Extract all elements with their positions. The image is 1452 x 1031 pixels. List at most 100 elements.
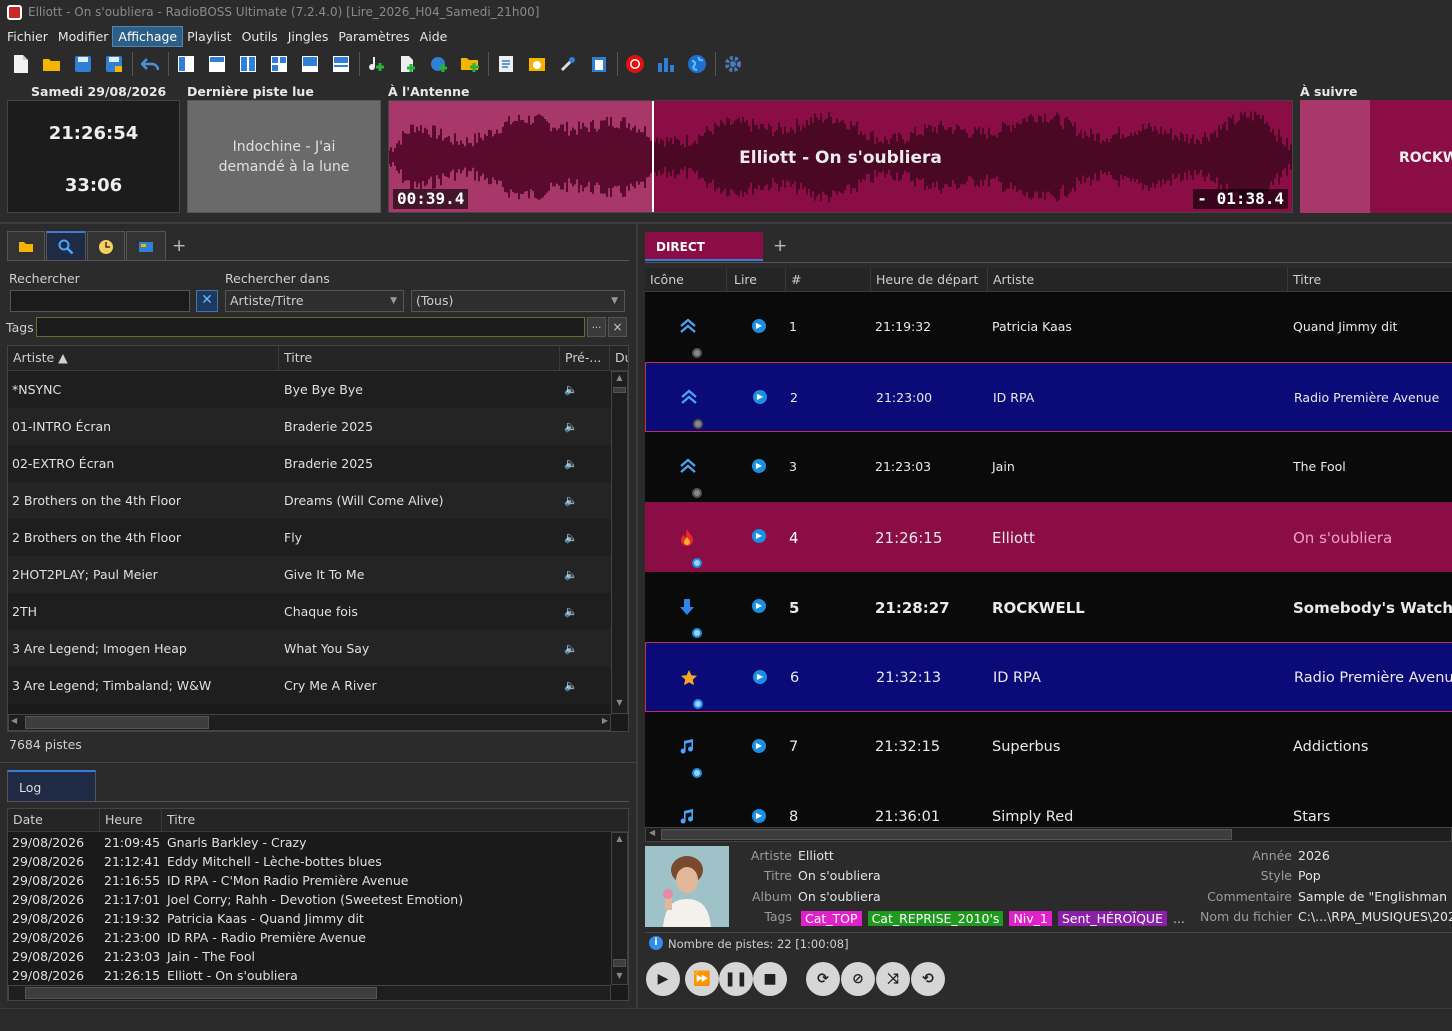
disable-toggle[interactable]: ⊘ [841,962,875,996]
speaker-icon[interactable]: 🔈 [564,408,578,445]
tab-history[interactable] [87,231,125,261]
scheduler-icon[interactable] [524,51,550,77]
library-row[interactable]: 2HOT2PLAY; Paul Meier Give It To Me 🔈 [8,556,611,593]
tags-browse-button[interactable]: ... [587,317,606,337]
tab-search[interactable] [46,231,86,261]
new-file-icon[interactable] [8,51,34,77]
layout-4-icon[interactable] [266,51,292,77]
add-tab-button[interactable]: + [172,236,186,256]
open-folder-icon[interactable] [39,51,65,77]
speaker-icon[interactable]: 🔈 [564,556,578,593]
onair-waveform-panel[interactable]: Elliott - On s'oubliera 00:39.4 - 01:38.… [388,100,1293,213]
speaker-icon[interactable]: 🔈 [564,593,578,630]
loop-toggle[interactable]: ⟳ [806,962,840,996]
add-track-icon[interactable] [364,51,390,77]
stop-button[interactable]: ■ [753,962,787,996]
scroll-left-icon[interactable]: ◀ [649,828,655,837]
report-icon[interactable] [493,51,519,77]
layout-6-icon[interactable] [328,51,354,77]
playlist-row[interactable]: ▶ 2 21:23:00 ID RPA Radio Première Avenue [645,362,1452,432]
playlist-row[interactable]: ▶ 4 21:26:15 Elliott On s'oubliera [645,502,1452,572]
col-pl-titre[interactable]: Titre [1288,268,1452,292]
col-icone[interactable]: Icône [645,268,727,292]
col-pl-artiste[interactable]: Artiste [988,268,1288,292]
layout-2-icon[interactable] [204,51,230,77]
library-row[interactable]: 2 Brothers on the 4th Floor Fly 🔈 [8,519,611,556]
playlist-row[interactable]: ▶ 7 21:32:15 Superbus Addictions [645,712,1452,782]
playlist-row[interactable]: ▶ 3 21:23:03 Jain The Fool [645,432,1452,502]
tools-icon[interactable] [555,51,581,77]
col-log-titre[interactable]: Titre [162,809,612,832]
menu-affichage[interactable]: Affichage [112,25,184,47]
repeat-toggle[interactable]: ⟲ [911,962,945,996]
tab-log[interactable]: Log [7,770,96,801]
tab-folder[interactable] [7,231,45,261]
library-row[interactable]: 3 Are Legend; Imogen Heap What You Say 🔈 [8,630,611,667]
save-as-icon[interactable] [101,51,127,77]
playlist-row[interactable]: ▶ 6 21:32:13 ID RPA Radio Première Avenue [645,642,1452,712]
log-hscroll[interactable] [8,985,611,1000]
menu-parametres[interactable]: Paramètres [333,27,414,46]
col-artiste[interactable]: Artiste ▲ [8,346,279,370]
scroll-left-icon[interactable]: ◀ [11,716,17,725]
scroll-right-icon[interactable]: ▶ [602,716,608,725]
playlist-row[interactable]: ▶ 5 21:28:27 ROCKWELL Somebody's Watching [645,572,1452,642]
menu-playlist[interactable]: Playlist [182,27,236,46]
library-row[interactable]: 3 Are Legend; Timbaland; W&W Cry Me A Riv… [8,667,611,704]
col-lire[interactable]: Lire [729,268,786,292]
pause-button[interactable]: ❚❚ [719,962,753,996]
log-hscroll-thumb[interactable] [25,987,377,999]
search-in-select[interactable]: Artiste/Titre ▼ [225,290,404,312]
radioboss-app-icon[interactable] [7,5,22,20]
speaker-icon[interactable]: 🔈 [564,630,578,667]
clipboard-icon[interactable] [586,51,612,77]
add-playlist-tab-button[interactable]: + [773,236,787,256]
col-num[interactable]: # [786,268,871,292]
speaker-icon[interactable]: 🔈 [564,482,578,519]
layout-5-icon[interactable] [297,51,323,77]
menu-jingles[interactable]: Jingles [283,27,334,46]
scroll-up-icon[interactable]: ▲ [613,373,626,387]
speaker-icon[interactable]: 🔈 [564,371,578,408]
library-row[interactable]: 2 Brothers on the 4th Floor Dreams (Will … [8,482,611,519]
tags-input[interactable] [36,317,585,337]
log-vscroll[interactable]: ▲ ▼ [611,832,628,985]
playlist-row[interactable]: ▶ 1 21:19:32 Patricia Kaas Quand Jimmy dit [645,292,1452,362]
menu-fichier[interactable]: Fichier [2,27,53,46]
col-preview[interactable]: Pré-... [560,346,610,370]
col-titre[interactable]: Titre [279,346,560,370]
undo-icon[interactable] [137,51,163,77]
log-vscroll-thumb[interactable] [613,959,626,967]
speaker-icon[interactable]: 🔈 [564,667,578,704]
settings-icon[interactable] [720,51,746,77]
play-track-icon[interactable]: ▶ [752,599,766,613]
play-button[interactable]: ▶ [646,962,680,996]
play-track-icon[interactable]: ▶ [753,390,767,404]
tab-direct[interactable]: DIRECT [645,232,763,261]
menu-modifier[interactable]: Modifier [53,27,114,46]
library-row[interactable]: *NSYNC Bye Bye Bye 🔈 [8,371,611,408]
shuffle-toggle[interactable]: ⤨ [876,962,910,996]
speaker-icon[interactable]: 🔈 [564,445,578,482]
tab-media[interactable] [126,231,166,261]
play-track-icon[interactable]: ▶ [752,319,766,333]
add-file-icon[interactable] [395,51,421,77]
vscroll-thumb[interactable] [613,387,626,393]
col-heure-depart[interactable]: Heure de départ [871,268,988,292]
col-duration[interactable]: Du [610,346,628,370]
menu-outils[interactable]: Outils [237,27,283,46]
clear-search-button[interactable]: ✕ [196,290,218,312]
scroll-up-icon[interactable]: ▲ [613,834,626,843]
playlist-row[interactable]: ▶ 8 21:36:01 Simply Red Stars [645,782,1452,828]
scroll-down-icon[interactable]: ▼ [613,971,626,980]
hscroll-thumb[interactable] [25,716,209,729]
library-row[interactable]: 2TH Chaque fois 🔈 [8,593,611,630]
filter-select[interactable]: (Tous) ▼ [411,290,625,312]
play-track-icon[interactable]: ▶ [752,739,766,753]
play-track-icon[interactable]: ▶ [752,529,766,543]
col-heure[interactable]: Heure [100,809,162,832]
speaker-icon[interactable]: 🔈 [564,519,578,556]
add-url-icon[interactable] [426,51,452,77]
library-row[interactable]: 02-EXTRO Écran Braderie 2025 🔈 [8,445,611,482]
col-date[interactable]: Date [8,809,100,832]
